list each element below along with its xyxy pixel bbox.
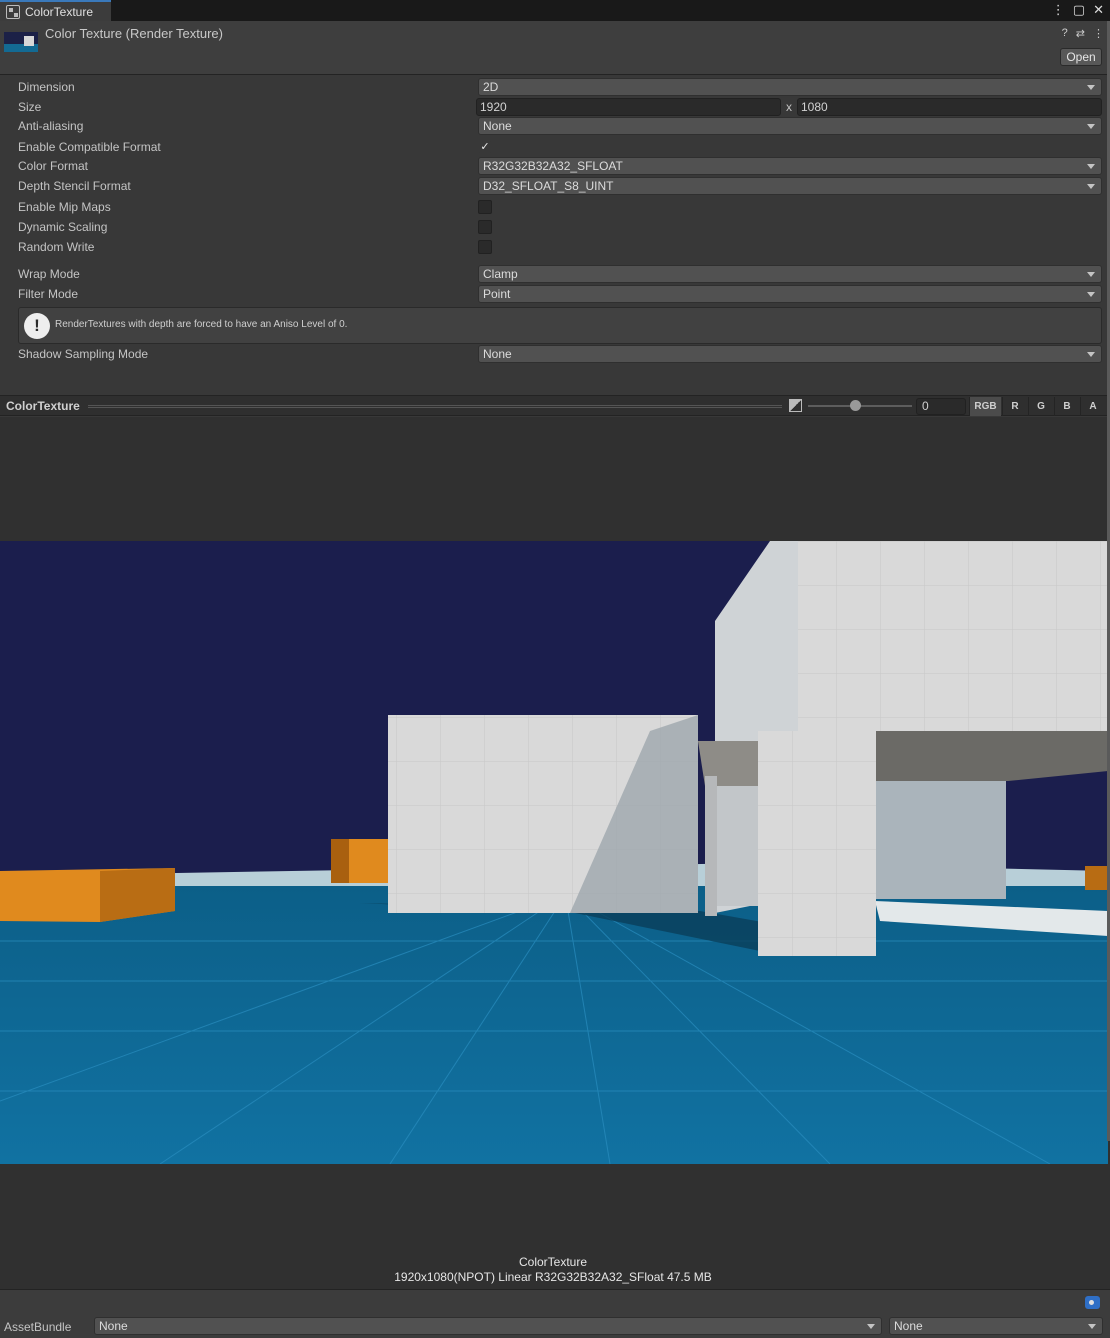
channel-rgb-button[interactable]: RGB <box>969 397 1001 416</box>
size-label: Size <box>18 100 42 114</box>
asset-bundle-label: AssetBundle <box>4 1320 72 1334</box>
wrap-mode-dropdown[interactable]: Clamp <box>478 265 1102 283</box>
shadow-sampling-dropdown[interactable]: None <box>478 345 1102 363</box>
filter-mode-dropdown[interactable]: Point <box>478 285 1102 303</box>
preview-resize-handle[interactable] <box>88 405 782 408</box>
anti-aliasing-label: Anti-aliasing <box>18 119 84 133</box>
depth-stencil-label: Depth Stencil Format <box>18 179 131 193</box>
depth-stencil-dropdown[interactable]: D32_SFLOAT_S8_UINT <box>478 177 1102 195</box>
shadow-sampling-row: Shadow Sampling Mode None <box>0 344 1110 364</box>
asset-bundle-name-dropdown[interactable]: None <box>94 1317 882 1335</box>
compatible-format-label: Enable Compatible Format <box>18 140 161 154</box>
dimension-row: Dimension 2D <box>0 77 1110 97</box>
channel-a-button[interactable]: A <box>1080 397 1105 416</box>
random-write-label: Random Write <box>18 240 95 254</box>
anti-aliasing-row: Anti-aliasing None <box>0 116 1110 136</box>
dimension-label: Dimension <box>18 80 75 94</box>
compatible-format-checkbox[interactable]: ✓ <box>478 140 492 154</box>
mip-maps-checkbox[interactable] <box>478 200 492 214</box>
render-texture-preview <box>0 541 1108 1164</box>
depth-stencil-row: Depth Stencil Format D32_SFLOAT_S8_UINT <box>0 176 1110 196</box>
asset-bundle-variant-dropdown[interactable]: None <box>889 1317 1103 1335</box>
color-format-dropdown[interactable]: R32G32B32A32_SFLOAT <box>478 157 1102 175</box>
scene-image <box>0 541 1108 1164</box>
channel-r-button[interactable]: R <box>1002 397 1027 416</box>
render-texture-icon <box>6 4 20 19</box>
anti-aliasing-dropdown[interactable]: None <box>478 117 1102 135</box>
color-format-label: Color Format <box>18 159 89 173</box>
inspector-header: Color Texture (Render Texture) ? ⇄ ⋮ Ope… <box>0 21 1110 75</box>
filter-mode-row: Filter Mode Point <box>0 284 1110 304</box>
compatible-format-row: Enable Compatible Format ✓ <box>0 137 1110 157</box>
preview-title: ColorTexture <box>6 399 80 413</box>
preview-toolbar: ColorTexture 0 RGB R G B A <box>0 395 1110 416</box>
context-menu-icon[interactable]: ⋮ <box>1093 27 1104 40</box>
wrap-mode-row: Wrap Mode Clamp <box>0 264 1110 284</box>
maximize-icon[interactable]: ▢ <box>1073 2 1085 18</box>
alpha-toggle-icon[interactable] <box>789 399 802 412</box>
help-icon[interactable]: ? <box>1062 27 1068 40</box>
asset-label-icon[interactable] <box>1085 1296 1100 1309</box>
dynamic-scaling-label: Dynamic Scaling <box>18 220 108 234</box>
window-controls: ⋮ ▢ ✕ <box>1052 2 1104 18</box>
dynamic-scaling-checkbox[interactable] <box>478 220 492 234</box>
presets-icon[interactable]: ⇄ <box>1076 27 1085 40</box>
open-button[interactable]: Open <box>1060 48 1102 66</box>
tab-bar: ColorTexture ⋮ ▢ ✕ <box>0 0 1110 21</box>
size-row: Size 1920 x 1080 <box>0 97 1110 117</box>
size-width-field[interactable]: 1920 <box>476 98 781 116</box>
channel-g-button[interactable]: G <box>1028 397 1053 416</box>
dimension-dropdown[interactable]: 2D <box>478 78 1102 96</box>
help-message: RenderTextures with depth are forced to … <box>55 319 348 330</box>
tab-label: ColorTexture <box>25 4 94 19</box>
aniso-help-box: ! RenderTextures with depth are forced t… <box>18 307 1102 344</box>
preview-info-details: 1920x1080(NPOT) Linear R32G32B32A32_SFlo… <box>394 1270 712 1284</box>
channel-b-button[interactable]: B <box>1054 397 1079 416</box>
texture-thumbnail <box>4 32 38 52</box>
random-write-checkbox[interactable] <box>478 240 492 254</box>
header-icons: ? ⇄ ⋮ <box>1062 27 1104 40</box>
asset-title: Color Texture (Render Texture) <box>45 26 223 41</box>
mip-maps-label: Enable Mip Maps <box>18 200 111 214</box>
size-separator: x <box>786 100 792 114</box>
dynamic-scaling-row: Dynamic Scaling <box>0 217 1110 237</box>
shadow-sampling-label: Shadow Sampling Mode <box>18 347 149 361</box>
close-icon[interactable]: ✕ <box>1093 2 1104 18</box>
mip-maps-row: Enable Mip Maps <box>0 197 1110 217</box>
random-write-row: Random Write <box>0 237 1110 257</box>
filter-mode-label: Filter Mode <box>18 287 79 301</box>
tab-colortexture[interactable]: ColorTexture <box>0 0 111 21</box>
wrap-mode-label: Wrap Mode <box>18 267 80 281</box>
size-height-field[interactable]: 1080 <box>797 98 1102 116</box>
warning-icon: ! <box>24 313 50 339</box>
more-options-icon[interactable]: ⋮ <box>1052 2 1065 18</box>
preview-info-name: ColorTexture <box>518 1255 588 1269</box>
color-format-row: Color Format R32G32B32A32_SFLOAT <box>0 156 1110 176</box>
asset-bundle-bar: AssetBundle None None <box>0 1289 1110 1338</box>
mip-level-field[interactable]: 0 <box>916 398 966 415</box>
mip-slider-thumb[interactable] <box>849 400 861 411</box>
